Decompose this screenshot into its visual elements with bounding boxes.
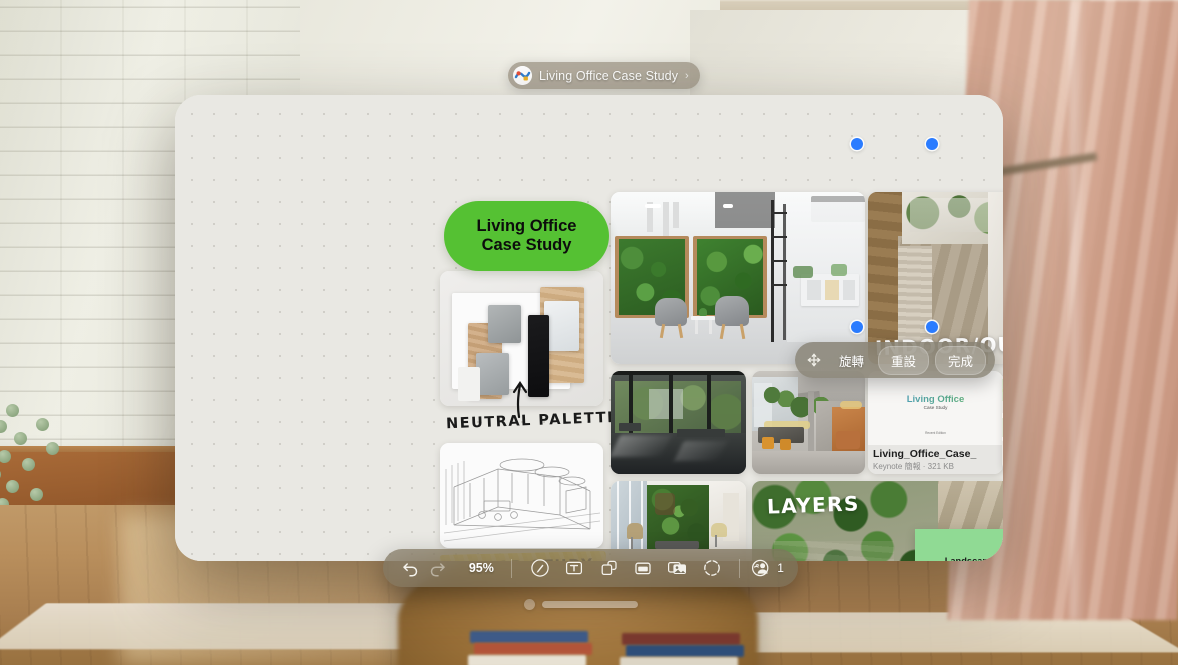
keynote-file-card[interactable]: Living Office Case Study Recent Edition … [868, 371, 1003, 474]
freeform-bottom-toolbar[interactable]: 95% 1 [383, 549, 798, 587]
toolbar-divider-1 [511, 558, 513, 578]
slide-title: Living Office [868, 394, 1003, 405]
window-resize-grabber[interactable] [542, 601, 638, 608]
keynote-slide-preview: Living Office Case Study Recent Edition [868, 371, 1003, 445]
window-title-bar[interactable]: Living Office Case Study › [508, 62, 700, 89]
text-box-icon[interactable] [561, 555, 588, 581]
shapes-icon[interactable] [595, 555, 622, 581]
scribble-circle-icon[interactable] [698, 555, 725, 581]
sticky-note-landscape-samples[interactable]: Landscape Architects' Work Samples: See … [915, 529, 1003, 561]
board-canvas[interactable]: Living Office Case Study NEUTRAL PALETTE [175, 95, 1003, 561]
selection-handle-bottom-left[interactable] [851, 321, 863, 333]
sticky-note-icon[interactable] [629, 555, 656, 581]
sticky-note-line1: Landscape Architects' Work Samples: [944, 555, 994, 561]
selection-handle-bottom-right[interactable] [926, 321, 938, 333]
headline-pill-text: Living Office Case Study [476, 216, 577, 254]
image-edit-context-toolbar[interactable]: 旋轉 重設 完成 [795, 342, 995, 378]
markup-pen-icon[interactable] [527, 555, 554, 581]
photo-green-wall-office[interactable] [611, 192, 865, 364]
redo-arrow-icon[interactable] [424, 555, 451, 581]
collaborator-count: 1 [777, 561, 784, 575]
annotation-layers[interactable]: LAYERS [767, 491, 860, 518]
reset-button[interactable]: 重設 [877, 345, 929, 375]
photo-job-site-map[interactable] [1002, 371, 1003, 471]
window-title-text: Living Office Case Study [539, 68, 679, 83]
freeform-app-icon [513, 66, 532, 85]
curtain-fold-highlight [1070, 0, 1086, 620]
keynote-filename: Living_Office_Case_ [873, 448, 977, 460]
window-close-dot[interactable] [524, 599, 535, 610]
zoom-level-label[interactable]: 95% [458, 561, 504, 575]
done-button[interactable]: 完成 [934, 345, 986, 375]
selection-handle-top-right[interactable] [926, 138, 938, 150]
annotation-neutral-palette[interactable]: NEUTRAL PALETTE [446, 410, 619, 433]
rotate-label[interactable]: 旋轉 [831, 351, 872, 370]
move-arrows-icon[interactable] [804, 349, 825, 371]
keynote-fileinfo: Keynote 簡報 · 321 KB [873, 462, 954, 471]
slide-footnote: Recent Edition [925, 431, 946, 435]
freeform-board-window[interactable]: Living Office Case Study NEUTRAL PALETTE [175, 95, 1003, 561]
photo-dark-interior-glass[interactable] [611, 371, 746, 474]
slide-subtitle: Case Study [923, 405, 948, 410]
selection-handle-top-left[interactable] [851, 138, 863, 150]
photo-concrete-atrium[interactable] [752, 371, 865, 474]
toolbar-divider-2 [739, 558, 741, 578]
solar-study-sketch[interactable] [440, 443, 603, 548]
collaborate-person-icon[interactable] [747, 555, 774, 581]
keynote-file-meta: Living_Office_Case_ Keynote 簡報 · 321 KB [868, 445, 1003, 474]
media-photos-icon[interactable] [664, 555, 691, 581]
chevron-right-icon[interactable]: › [685, 70, 689, 82]
headline-pill[interactable]: Living Office Case Study [444, 201, 609, 271]
undo-arrow-icon[interactable] [397, 555, 424, 581]
